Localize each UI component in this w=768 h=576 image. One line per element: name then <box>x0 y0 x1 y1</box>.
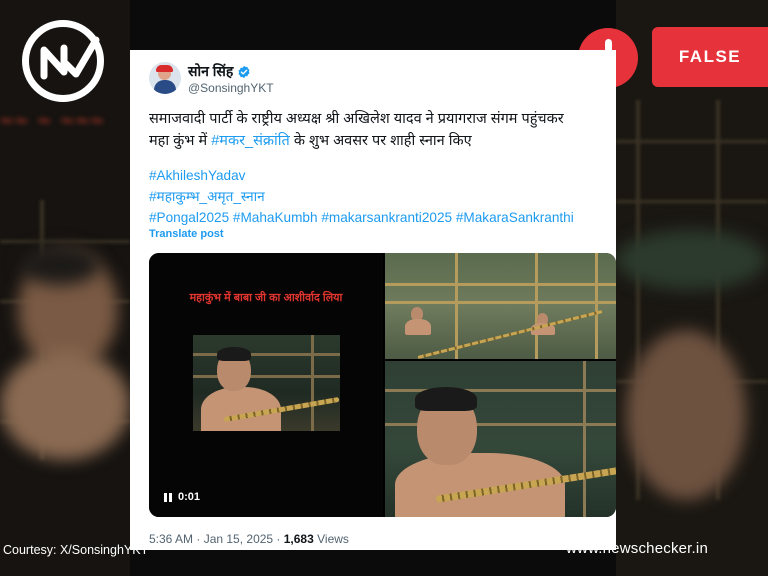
site-url: www.newschecker.in <box>566 540 708 557</box>
author-row: सोन सिंह <box>188 62 251 81</box>
author-handle[interactable]: @SonsinghYKT <box>188 81 274 95</box>
newschecker-logo-icon <box>22 20 104 102</box>
media-grid: महाकुंभ में बाबा जी का आशीर्वाद लिया 0:0… <box>149 253 616 517</box>
photo-thumbnail[interactable] <box>385 361 616 517</box>
tweet-card: सोन सिंह @SonsinghYKT समाजवादी पार्टी के… <box>130 50 616 550</box>
photo-thumbnail[interactable] <box>385 253 616 359</box>
video-player[interactable]: महाकुंभ में बाबा जी का आशीर्वाद लिया 0:0… <box>149 253 383 517</box>
tweet-text-line-1: समाजवादी पार्टी के राष्ट्रीय अध्यक्ष श्र… <box>149 111 564 127</box>
translate-post-link[interactable]: Translate post <box>149 228 224 240</box>
views-label: Views <box>313 532 349 546</box>
hashtag-link[interactable]: #MahaKumbh <box>233 210 318 225</box>
blurred-caption-fragment: ~~ ~ ~~~ <box>0 108 106 133</box>
hashtag-link[interactable]: #AkhileshYadav <box>149 168 245 183</box>
video-frame <box>193 335 340 431</box>
video-controls[interactable]: 0:01 <box>164 491 200 503</box>
avatar[interactable] <box>149 62 181 94</box>
video-caption: महाकुंभ में बाबा जी का आशीर्वाद लिया <box>189 292 343 304</box>
hashtag-link[interactable]: #MakaraSankranthi <box>456 210 574 225</box>
hashtag-link[interactable]: #Pongal2025 <box>149 210 229 225</box>
hashtag-link-makar-sankranti[interactable]: #मकर_संक्रांति <box>211 133 290 149</box>
post-timestamp[interactable]: 5:36 AM · Jan 15, 2025 · <box>149 532 284 546</box>
tweet-text: समाजवादी पार्टी के राष्ट्रीय अध्यक्ष श्र… <box>149 108 609 152</box>
post-meta: 5:36 AM · Jan 15, 2025 · 1,683 Views <box>149 532 349 546</box>
hashtag-block: #AkhileshYadav #महाकुम्भ_अमृत_स्नान #Pon… <box>149 165 619 228</box>
hashtag-link[interactable]: #महाकुम्भ_अमृत_स्नान <box>149 189 265 204</box>
verdict-false-badge: FALSE <box>652 27 768 87</box>
verified-badge-icon <box>238 65 250 78</box>
tweet-text-line-2-start: महा कुंभ में <box>149 133 212 149</box>
hashtag-link[interactable]: #makarsankranti2025 <box>321 210 452 225</box>
views-count: 1,683 <box>283 532 314 546</box>
tweet-text-line-2: महा कुंभ में #मकर_संक्रांति के शुभ अवसर … <box>149 130 609 152</box>
courtesy-credit: Courtesy: X/SonsinghYKT <box>3 543 149 557</box>
pause-icon[interactable] <box>164 492 172 502</box>
tweet-text-line-2-end: के शुभ अवसर पर शाही स्नान किए <box>289 133 472 149</box>
author-name[interactable]: सोन सिंह <box>188 62 233 81</box>
video-time: 0:01 <box>178 491 201 503</box>
